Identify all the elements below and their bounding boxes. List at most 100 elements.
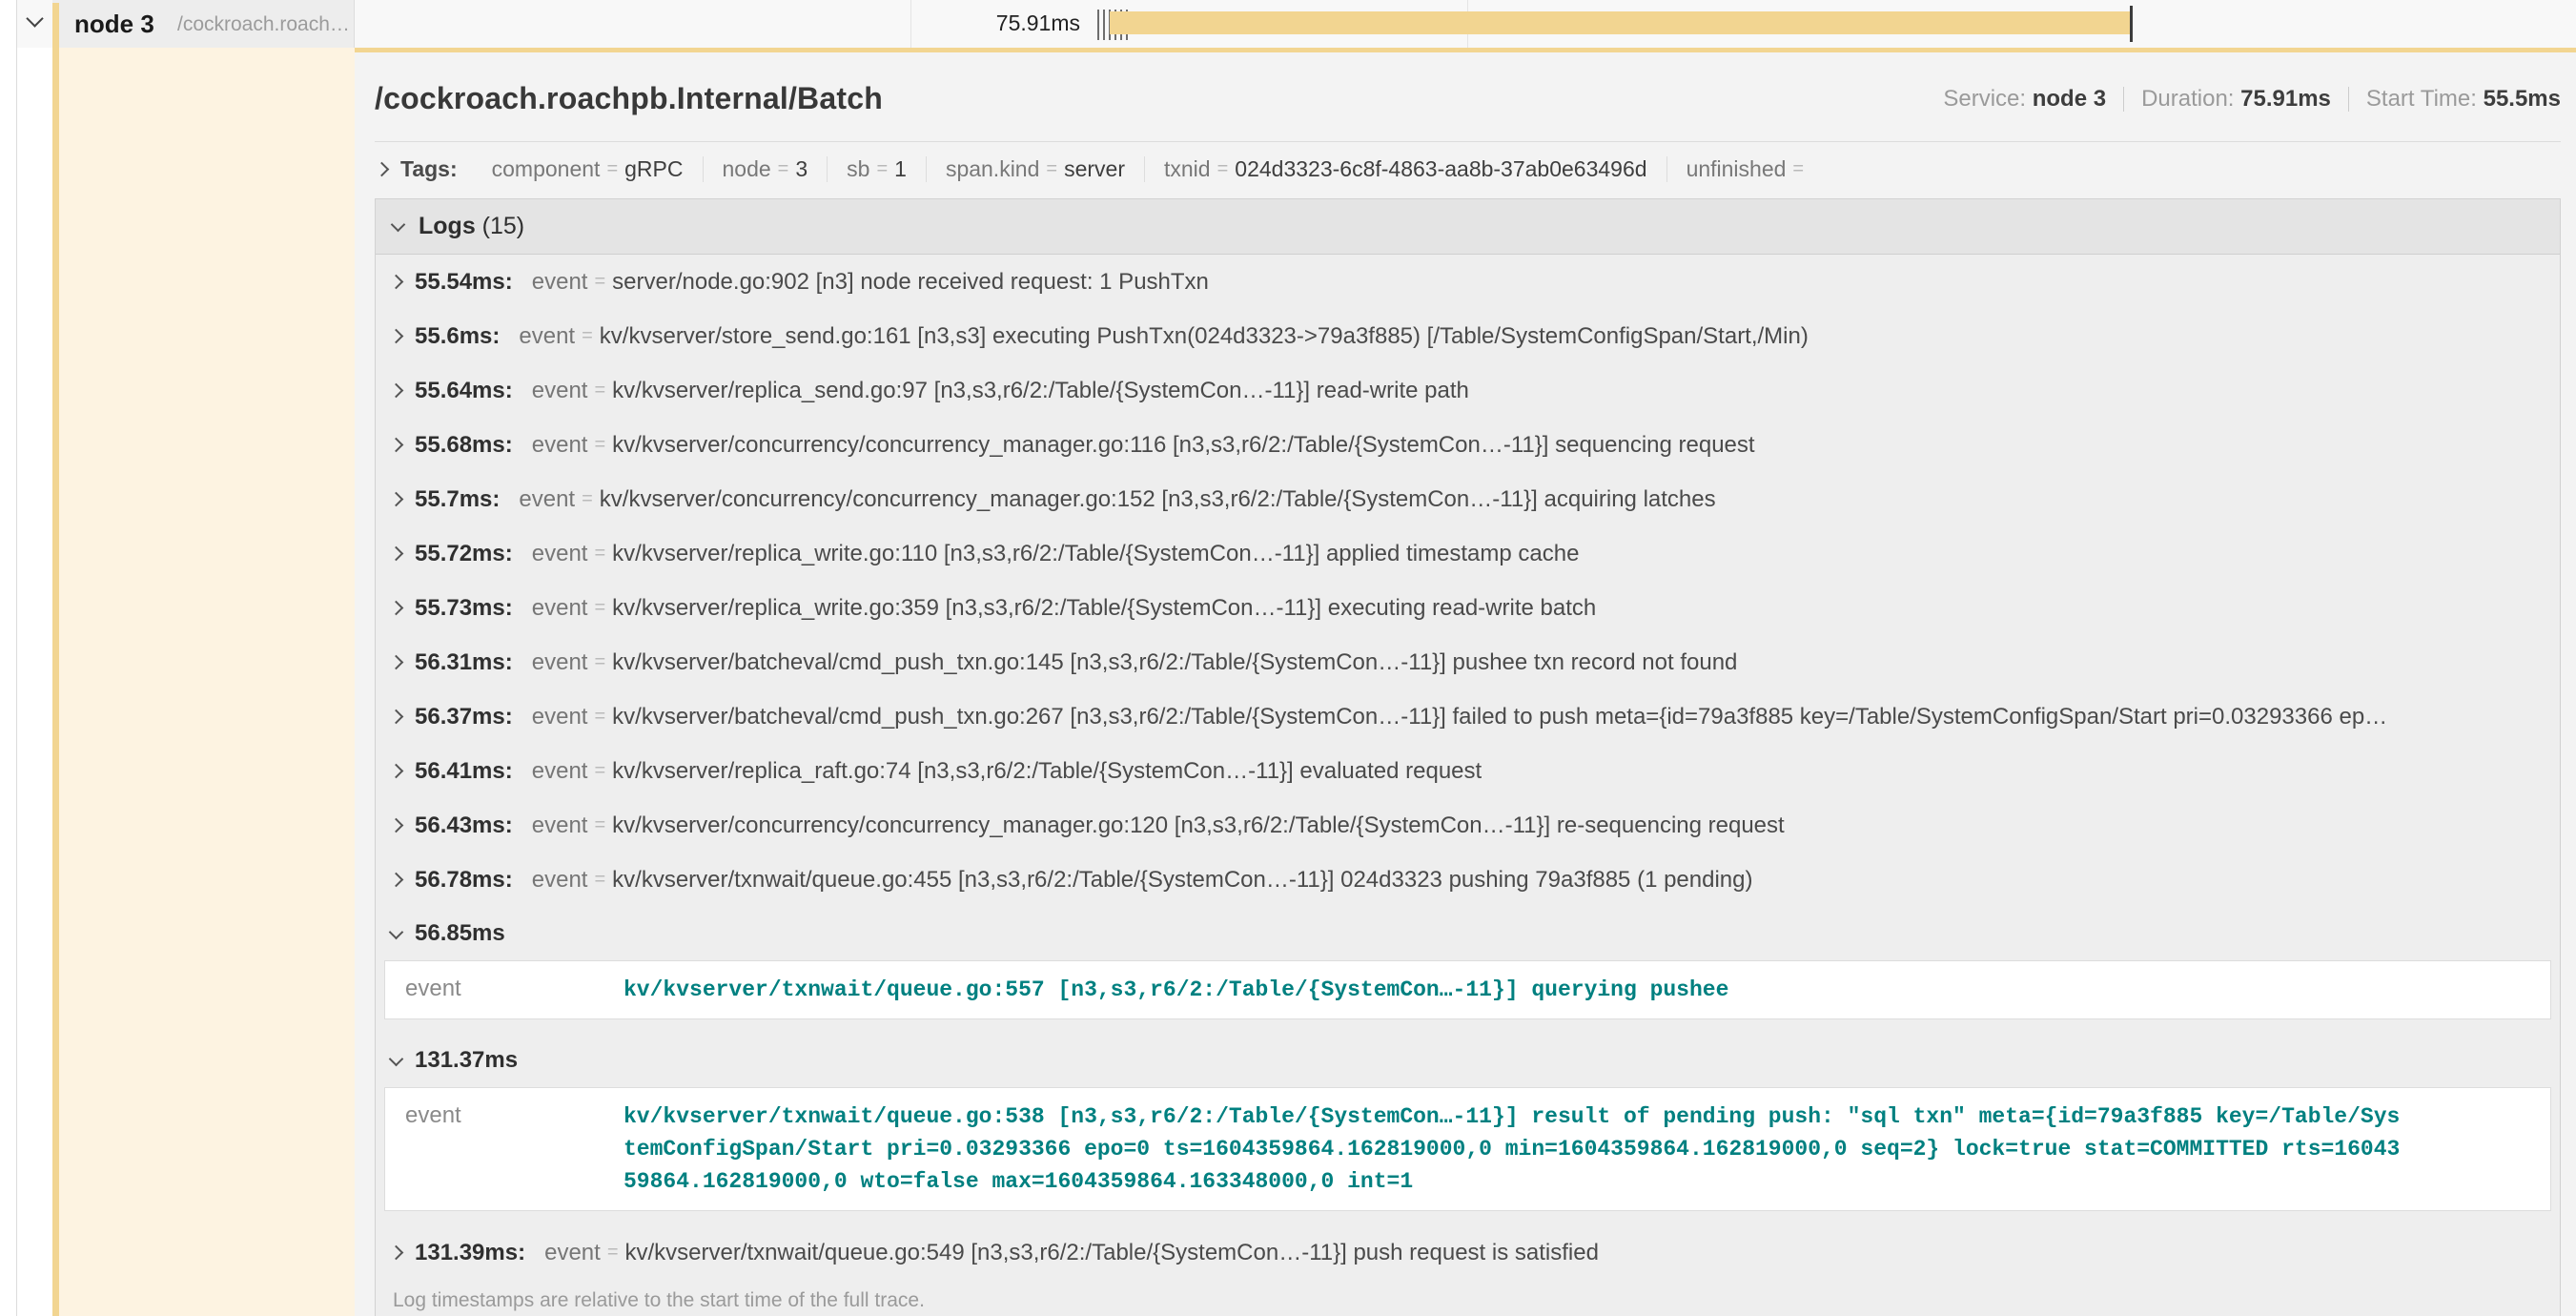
log-expand-chevron-icon[interactable] <box>389 655 404 670</box>
log-key: event <box>532 432 588 459</box>
log-equals-sign: = <box>594 760 605 782</box>
tag-key: unfinished <box>1687 156 1787 182</box>
log-equals-sign: = <box>594 597 605 619</box>
log-key: event <box>532 269 588 296</box>
logs-section-header[interactable]: Logs (15) <box>376 199 2560 255</box>
log-key: event <box>532 812 588 839</box>
log-event-detail-box: eventkv/kvserver/txnwait/queue.go:538 [n… <box>384 1087 2551 1211</box>
log-row-expanded-header[interactable]: 131.37ms <box>376 1034 2560 1087</box>
log-timestamp: 56.41ms: <box>415 758 513 785</box>
log-row[interactable]: 131.39ms:event=kv/kvserver/txnwait/queue… <box>376 1225 2560 1280</box>
logs-collapse-chevron-icon[interactable] <box>391 217 406 233</box>
span-detail-header: /cockroach.roachpb.Internal/Batch Servic… <box>355 52 2576 141</box>
log-row[interactable]: 55.64ms:event=kv/kvserver/replica_send.g… <box>376 363 2560 418</box>
log-key: event <box>519 486 575 513</box>
tags-expand-chevron-icon[interactable] <box>375 162 390 177</box>
log-event-value: kv/kvserver/txnwait/queue.go:538 [n3,s3,… <box>624 1100 2408 1198</box>
log-value: server/node.go:902 [n3] node received re… <box>612 269 2560 296</box>
log-value: kv/kvserver/replica_raft.go:74 [n3,s3,r6… <box>612 758 2560 785</box>
log-expand-chevron-icon[interactable] <box>389 818 404 833</box>
tag-equals-sign: = <box>778 158 789 180</box>
log-timestamp: 55.73ms: <box>415 595 513 622</box>
tags-section-header[interactable]: Tags: component=gRPCnode=3sb=1span.kind=… <box>355 142 2576 195</box>
duration-label: Duration: <box>2141 86 2234 112</box>
log-expand-chevron-icon[interactable] <box>389 275 404 290</box>
selected-span-highlight-column <box>59 48 355 1316</box>
log-expand-chevron-icon[interactable] <box>389 492 404 507</box>
duration-overview: Duration: 75.91ms <box>2141 86 2331 113</box>
log-value: kv/kvserver/concurrency/concurrency_mana… <box>612 432 2560 459</box>
log-event-key: event <box>405 974 624 1006</box>
log-timestamp: 131.39ms: <box>415 1240 525 1266</box>
log-value: kv/kvserver/txnwait/queue.go:549 [n3,s3,… <box>625 1240 2561 1266</box>
log-timestamp: 56.43ms: <box>415 812 513 839</box>
log-expand-chevron-icon[interactable] <box>389 438 404 453</box>
log-timestamp: 55.6ms: <box>415 323 500 350</box>
log-row[interactable]: 56.43ms: event = kv/kvserver/concurrency/co… <box>376 798 2560 853</box>
log-expand-chevron-icon[interactable] <box>389 764 404 779</box>
overview-separator <box>2348 87 2349 112</box>
tag-value: 1 <box>894 156 907 182</box>
log-expand-chevron-icon[interactable] <box>389 546 404 562</box>
log-equals-sign: = <box>594 434 605 456</box>
start-time-value: 55.5ms <box>2484 86 2561 112</box>
span-operation-name: /cockroach.roach… <box>177 13 350 36</box>
tag-key: txnid <box>1164 156 1211 182</box>
log-equals-sign: = <box>594 706 605 728</box>
log-collapse-chevron-icon[interactable] <box>389 924 404 939</box>
log-expand-chevron-icon[interactable] <box>389 709 404 725</box>
log-row[interactable]: 55.6ms:event=kv/kvserver/store_send.go:1… <box>376 309 2560 363</box>
log-row[interactable]: 56.78ms:event=kv/kvserver/txnwait/queue.… <box>376 853 2560 907</box>
log-collapse-chevron-icon[interactable] <box>389 1051 404 1066</box>
log-row[interactable]: 55.72ms:event=kv/kvserver/replica_write.… <box>376 526 2560 581</box>
service-value: node 3 <box>2033 86 2106 112</box>
service-overview: Service: node 3 <box>1943 86 2106 113</box>
tag-key: component <box>492 156 601 182</box>
log-row[interactable]: 55.73ms:event=kv/kvserver/replica_write.… <box>376 581 2560 635</box>
log-row[interactable]: 55.54ms:event=server/node.go:902 [n3] no… <box>376 255 2560 309</box>
span-timeline-row[interactable]: node 3 /cockroach.roach… 75.91ms <box>17 0 2576 48</box>
log-timestamp: 56.31ms: <box>415 649 513 676</box>
span-duration-bar[interactable] <box>1110 11 2130 34</box>
tag-equals-sign: = <box>876 158 888 180</box>
tag-item: component=gRPC <box>473 156 704 182</box>
log-row[interactable]: 55.7ms:event=kv/kvserver/concurrency/con… <box>376 472 2560 526</box>
left-gutter-border <box>16 0 17 1316</box>
log-timestamp: 55.64ms: <box>415 378 513 404</box>
log-timestamp: 55.68ms: <box>415 432 513 459</box>
log-equals-sign: = <box>594 543 605 565</box>
log-expand-chevron-icon[interactable] <box>389 601 404 616</box>
log-equals-sign: = <box>594 814 605 836</box>
start-time-overview: Start Time: 55.5ms <box>2366 86 2561 113</box>
log-value: kv/kvserver/batcheval/cmd_push_txn.go:26… <box>612 704 2560 730</box>
log-expand-chevron-icon[interactable] <box>389 1245 404 1261</box>
log-key: event <box>532 649 588 676</box>
log-row[interactable]: 56.37ms:event=kv/kvserver/batcheval/cmd_… <box>376 689 2560 744</box>
span-service-name: node 3 <box>74 10 154 39</box>
log-expand-chevron-icon[interactable] <box>389 873 404 888</box>
duration-value: 75.91ms <box>2240 86 2331 112</box>
logs-title-text: Logs <box>419 213 476 239</box>
log-value: kv/kvserver/concurrency/concurrency_mana… <box>612 812 2560 839</box>
timeline-gridline <box>910 0 911 48</box>
log-key: event <box>532 758 588 785</box>
log-value: kv/kvserver/replica_send.go:97 [n3,s3,r6… <box>612 378 2560 404</box>
tag-value: 3 <box>795 156 808 182</box>
span-name-column[interactable]: node 3 /cockroach.roach… <box>52 0 355 48</box>
log-expand-chevron-icon[interactable] <box>389 329 404 344</box>
log-timestamp: 131.37ms <box>415 1047 518 1074</box>
log-row-expanded-header[interactable]: 56.85ms <box>376 907 2560 960</box>
log-value: kv/kvserver/concurrency/concurrency_mana… <box>600 486 2560 513</box>
log-value: kv/kvserver/replica_write.go:110 [n3,s3,… <box>612 541 2560 567</box>
tag-item: sb=1 <box>828 156 927 182</box>
logs-count: (15) <box>482 213 524 239</box>
log-row[interactable]: 56.31ms:event=kv/kvserver/batcheval/cmd_… <box>376 635 2560 689</box>
log-key: event <box>532 595 588 622</box>
log-expand-chevron-icon[interactable] <box>389 383 404 399</box>
log-row[interactable]: 55.68ms: event = kv/kvserver/concurrency/co… <box>376 418 2560 472</box>
tags-label: Tags: <box>400 156 458 182</box>
log-row[interactable]: 56.41ms: event = kv/kvserver/replica_raft.g… <box>376 744 2560 798</box>
collapse-span-chevron-icon[interactable] <box>26 10 43 27</box>
logs-section: Logs (15) 55.54ms:event=server/node.go:9… <box>375 198 2561 1316</box>
span-detail-panel: /cockroach.roachpb.Internal/Batch Servic… <box>355 48 2576 1316</box>
